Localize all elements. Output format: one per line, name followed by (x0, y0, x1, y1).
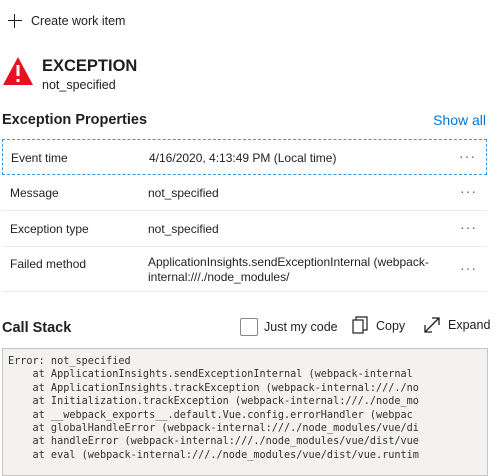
more-icon[interactable]: ··· (459, 148, 476, 164)
stack-line: at ApplicationInsights.trackException (w… (8, 382, 419, 394)
call-stack-box[interactable]: Error: not_specified at ApplicationInsig… (2, 348, 488, 476)
copy-label: Copy (376, 318, 406, 333)
more-icon[interactable]: ··· (460, 260, 477, 276)
more-icon[interactable]: ··· (460, 183, 477, 199)
warning-icon (3, 57, 33, 85)
show-all-link[interactable]: Show all (433, 112, 486, 128)
plus-icon (8, 14, 22, 28)
property-value: not_specified (148, 222, 219, 236)
just-my-code-label: Just my code (264, 320, 338, 334)
stack-line: at globalHandleError (webpack-internal:/… (8, 423, 419, 435)
property-name: Failed method (10, 257, 87, 271)
create-work-item-label: Create work item (31, 14, 126, 28)
property-row-failed-method[interactable]: Failed method ApplicationInsights.sendEx… (2, 247, 487, 292)
exception-header: EXCEPTION not_specified (2, 56, 137, 92)
expand-button[interactable]: Expand (423, 316, 490, 334)
property-name: Event time (11, 151, 68, 165)
property-row-event-time[interactable]: Event time 4/16/2020, 4:13:49 PM (Local … (2, 139, 487, 175)
more-icon[interactable]: ··· (460, 219, 477, 235)
just-my-code-checkbox[interactable] (240, 318, 258, 336)
copy-icon (352, 316, 368, 334)
property-value: ApplicationInsights.sendExceptionInterna… (148, 255, 429, 284)
stack-line: at __webpack_exports__.default.Vue.confi… (8, 409, 413, 421)
stack-line: at Initialization.trackException (webpac… (8, 396, 419, 408)
property-value: not_specified (148, 186, 219, 200)
properties-title: Exception Properties (2, 112, 148, 128)
copy-button[interactable]: Copy (352, 316, 405, 335)
exception-title: EXCEPTION (42, 57, 138, 75)
expand-icon (424, 317, 440, 333)
properties-table: Event time 4/16/2020, 4:13:49 PM (Local … (2, 139, 487, 292)
property-name: Message (10, 186, 59, 200)
exception-subtitle: not_specified (42, 78, 116, 92)
property-row-exception-type[interactable]: Exception type not_specified ··· (2, 211, 487, 247)
stack-line: at handleError (webpack-internal:///./no… (8, 436, 419, 448)
call-stack-title: Call Stack (2, 320, 72, 336)
stack-line: at ApplicationInsights.sendExceptionInte… (8, 369, 413, 381)
stack-line: at eval (webpack-internal:///./node_modu… (8, 449, 419, 461)
property-name: Exception type (10, 222, 89, 236)
property-row-message[interactable]: Message not_specified ··· (2, 175, 487, 211)
expand-label: Expand (448, 318, 491, 332)
create-work-item-button[interactable]: Create work item (8, 10, 125, 32)
property-value: 4/16/2020, 4:13:49 PM (Local time) (149, 151, 337, 165)
stack-line: Error: not_specified (8, 356, 131, 367)
